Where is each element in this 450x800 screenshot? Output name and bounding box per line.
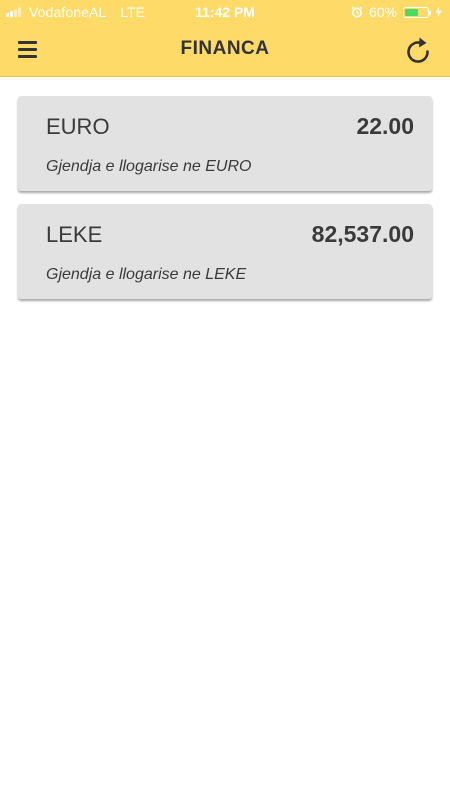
battery-percent: 60% xyxy=(368,4,397,20)
charging-icon xyxy=(435,6,442,18)
account-card-euro[interactable]: EURO 22.00 Gjendja e llogarise ne EURO xyxy=(18,96,432,191)
app-header: VodafoneAL LTE 11:42 PM 60% FINANCA xyxy=(0,0,450,77)
account-description: Gjendja e llogarise ne LEKE xyxy=(46,266,247,283)
account-currency: EURO xyxy=(46,114,110,139)
account-amount: 22.00 xyxy=(356,113,414,139)
status-right: 60% xyxy=(351,4,442,20)
account-description: Gjendja e llogarise ne EURO xyxy=(46,158,252,175)
battery-level xyxy=(405,8,419,16)
status-bar: VodafoneAL LTE 11:42 PM 60% xyxy=(0,0,450,24)
refresh-icon[interactable] xyxy=(406,36,432,64)
screen: VodafoneAL LTE 11:42 PM 60% FINANCA EURO… xyxy=(0,0,450,800)
account-amount: 82,537.00 xyxy=(311,221,414,247)
battery-icon xyxy=(403,6,431,18)
page-title: FINANCA xyxy=(180,38,270,59)
alarm-icon xyxy=(351,6,363,18)
account-currency: LEKE xyxy=(46,222,103,247)
account-card-leke[interactable]: LEKE 82,537.00 Gjendja e llogarise ne LE… xyxy=(18,204,432,299)
